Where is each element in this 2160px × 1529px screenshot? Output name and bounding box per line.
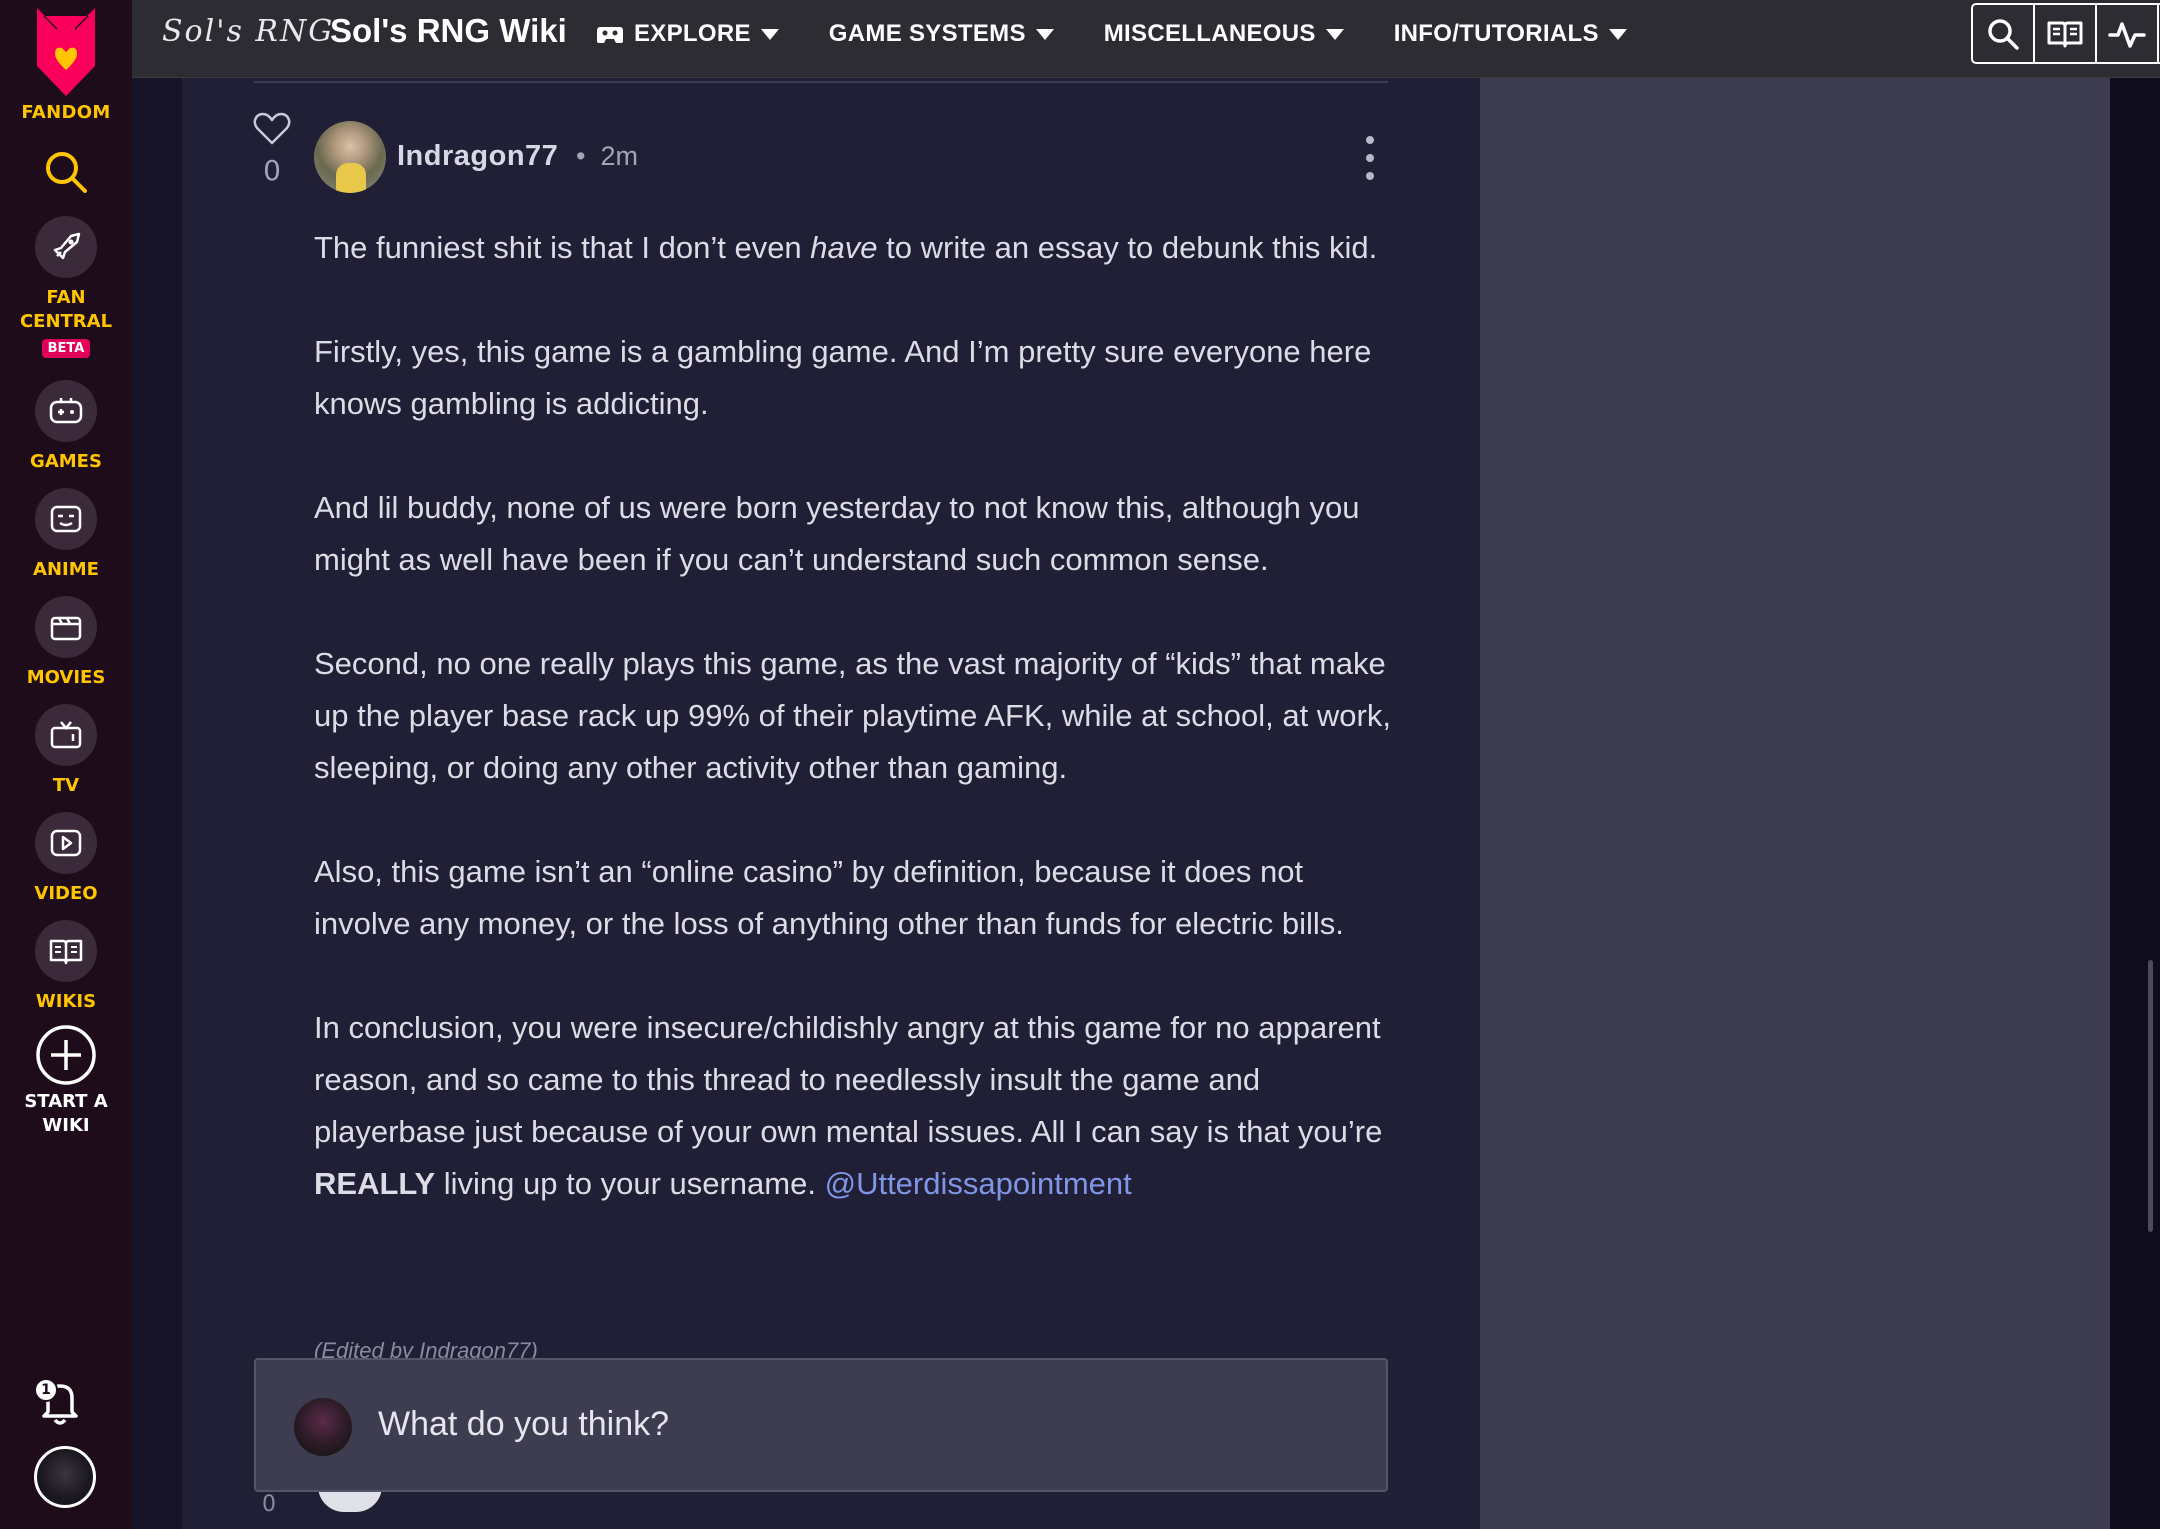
wiki-navigation: EXPLORE GAME SYSTEMS MISCELLANEOUS INFO/… <box>596 0 1677 68</box>
start-a-wiki-button[interactable]: START A WIKI <box>0 1024 132 1138</box>
rail-item-label: FAN CENTRAL <box>19 287 113 332</box>
rail-item-movies[interactable]: MOVIES <box>0 596 132 690</box>
rail-search-button[interactable] <box>42 148 90 196</box>
fandom-label: FANDOM <box>21 102 111 123</box>
gamepad-icon <box>35 380 97 442</box>
clapperboard-icon <box>35 596 97 658</box>
heart-icon <box>253 112 291 145</box>
chevron-down-icon <box>1035 28 1054 40</box>
wiki-content-button[interactable] <box>2035 5 2097 62</box>
nav-explore[interactable]: EXPLORE <box>596 20 779 48</box>
comment-meta: • 2m <box>576 141 638 171</box>
nav-label: GAME SYSTEMS <box>828 20 1026 47</box>
rail-item-fan-central[interactable]: FAN CENTRAL BETA <box>0 216 132 358</box>
user-mention-link[interactable]: @Utterdissapointment <box>825 1166 1132 1201</box>
notifications-button[interactable]: 1 <box>30 1372 86 1428</box>
rail-item-video[interactable]: VIDEO <box>0 812 132 906</box>
comment-paragraph: Firstly, yes, this game is a gambling ga… <box>314 334 1372 421</box>
search-icon <box>1988 18 2019 50</box>
rocket-icon <box>35 216 97 278</box>
fandom-heart-logo-icon <box>37 8 95 96</box>
tv-icon <box>35 704 97 766</box>
chevron-down-icon <box>760 28 779 40</box>
gamepad-icon <box>597 27 623 43</box>
comment-timestamp[interactable]: 2m <box>600 141 638 171</box>
book-icon <box>2047 21 2083 47</box>
nav-miscellaneous[interactable]: MISCELLANEOUS <box>1104 20 1344 48</box>
author-name[interactable]: Indragon77 <box>397 140 558 173</box>
start-a-wiki-label: START A WIKI <box>24 1091 108 1136</box>
chevron-down-icon <box>1325 28 1344 40</box>
activity-icon <box>2108 21 2146 48</box>
comment-paragraph: In conclusion, you were insecure/childis… <box>314 1010 1383 1201</box>
rail-item-wikis[interactable]: WIKIS <box>0 920 132 1014</box>
next-like-count: 0 <box>262 1492 276 1517</box>
right-rail <box>1480 78 2110 1529</box>
fandom-logo-link[interactable]: FANDOM <box>0 0 132 135</box>
rail-item-label: MOVIES <box>26 667 106 688</box>
reply-placeholder[interactable]: What do you think? <box>378 1405 669 1444</box>
search-button[interactable] <box>1973 5 2035 62</box>
like-count: 0 <box>263 154 281 187</box>
wiki-logo[interactable]: Sol's RNG <box>162 14 334 49</box>
chevron-down-icon <box>1608 28 1627 40</box>
current-user-avatar <box>294 1398 352 1456</box>
comment-paragraph: And lil buddy, none of us were born yest… <box>314 490 1360 577</box>
nav-label: INFO/TUTORIALS <box>1393 20 1599 47</box>
search-icon <box>46 152 87 193</box>
comment-paragraph: The funniest shit is that I don’t even h… <box>314 230 1378 265</box>
comment-paragraph: Second, no one really plays this game, a… <box>314 646 1391 785</box>
rail-item-label: GAMES <box>30 451 102 472</box>
play-icon <box>35 812 97 874</box>
rail-item-label: WIKIS <box>35 991 97 1012</box>
fandom-global-navigation: FANDOM FAN CENTRAL BETA GAMES ANIME MOVIE… <box>0 0 132 1529</box>
book-icon <box>35 920 97 982</box>
reply-box[interactable]: What do you think? <box>254 1358 1388 1492</box>
notification-count-badge: 1 <box>34 1378 58 1402</box>
author-avatar[interactable] <box>314 121 386 193</box>
rail-item-label: VIDEO <box>34 883 98 904</box>
anime-face-icon <box>35 488 97 550</box>
rail-item-anime[interactable]: ANIME <box>0 488 132 582</box>
nav-game-systems[interactable]: GAME SYSTEMS <box>829 20 1054 48</box>
nav-label: EXPLORE <box>634 20 751 47</box>
rail-item-tv[interactable]: TV <box>0 704 132 798</box>
like-button[interactable]: 0 <box>252 112 292 187</box>
rail-item-label: TV <box>52 775 80 796</box>
nav-label: MISCELLANEOUS <box>1103 20 1316 47</box>
page-edge <box>2110 78 2160 1529</box>
plus-circle-icon <box>36 1025 96 1085</box>
user-avatar[interactable] <box>34 1446 96 1508</box>
rail-item-label: ANIME <box>33 559 99 580</box>
recent-activity-button[interactable] <box>2097 5 2159 62</box>
nav-info-tutorials[interactable]: INFO/TUTORIALS <box>1394 20 1627 48</box>
beta-badge: BETA <box>41 339 91 358</box>
wiki-header: Sol's RNG Sol's RNG Wiki EXPLORE GAME SY… <box>132 0 2160 78</box>
comment-actions-menu[interactable] <box>1360 136 1380 180</box>
header-tools <box>1971 3 2160 64</box>
rail-item-games[interactable]: GAMES <box>0 380 132 474</box>
divider <box>254 81 1388 83</box>
comment-paragraph: Also, this game isn’t an “online casino”… <box>314 854 1344 941</box>
scrollbar-thumb[interactable] <box>2148 960 2153 1232</box>
wiki-name-link[interactable]: Sol's RNG Wiki <box>330 12 567 50</box>
comment-body: The funniest shit is that I don’t even h… <box>314 222 1394 1262</box>
